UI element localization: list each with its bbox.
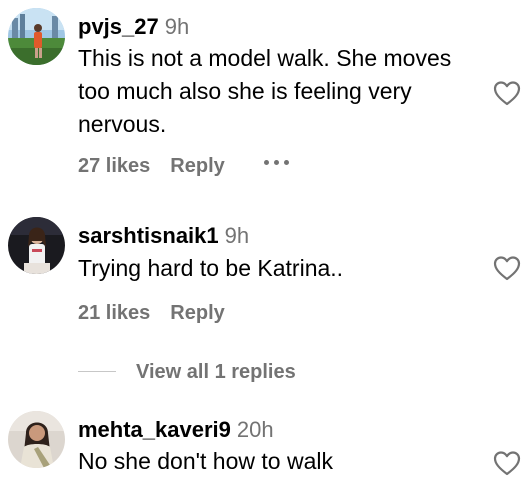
username[interactable]: pvjs_27 (78, 14, 159, 39)
like-button[interactable] (493, 80, 521, 106)
timestamp: 9h (224, 223, 250, 248)
more-horizontal-icon (264, 160, 269, 165)
comment-header: pvjs_27 9h (78, 13, 189, 41)
avatar[interactable] (8, 8, 65, 65)
avatar[interactable] (8, 411, 65, 468)
like-button[interactable] (493, 255, 521, 281)
avatar-photo-icon (8, 411, 65, 468)
username[interactable]: mehta_kaveri9 (78, 417, 231, 442)
comment-actions: 21 likes Reply (78, 300, 225, 326)
username[interactable]: sarshtisnaik1 (78, 223, 219, 248)
more-horizontal-icon (274, 160, 279, 165)
like-button[interactable] (493, 450, 521, 476)
heart-outline-icon (493, 81, 521, 106)
comment-header: sarshtisnaik1 9h (78, 222, 249, 250)
likes-count[interactable]: 27 likes (78, 155, 150, 177)
replies-divider (78, 371, 116, 372)
reply-button[interactable]: Reply (170, 302, 224, 324)
reply-button[interactable]: Reply (170, 155, 224, 177)
comment-text-line: Trying hard to be Katrina.. (78, 255, 344, 281)
heart-outline-icon (493, 451, 521, 476)
comment-text-line: nervous. (78, 111, 167, 137)
comment-text: This is not a model walk. She moves too … (78, 42, 478, 141)
comment-item: mehta_kaveri9 20h No she don't how to wal… (0, 400, 530, 497)
comment-item: pvjs_27 9h This is not a model walk. She … (0, 0, 530, 190)
heart-outline-icon (493, 256, 521, 281)
comment-text-line: too much also she is feeling very (78, 78, 412, 104)
comment-item: sarshtisnaik1 9h Trying hard to be Katrin… (0, 200, 530, 340)
comments-panel: pvjs_27 9h This is not a model walk. She … (0, 0, 530, 497)
comment-text-line: No she don't how to walk (78, 448, 333, 474)
more-options-button[interactable] (262, 157, 292, 167)
comment-text: Trying hard to be Katrina.. (78, 252, 478, 285)
likes-count[interactable]: 21 likes (78, 302, 150, 324)
comment-actions: 27 likes Reply (78, 153, 225, 179)
avatar[interactable] (8, 217, 65, 274)
comment-header: mehta_kaveri9 20h (78, 416, 274, 444)
avatar-photo-icon (8, 217, 65, 274)
comment-text-line: This is not a model walk. She moves (78, 45, 452, 71)
view-replies-button[interactable]: View all 1 replies (136, 359, 296, 385)
avatar-photo-icon (8, 8, 65, 65)
timestamp: 20h (236, 417, 274, 442)
more-horizontal-icon (284, 160, 289, 165)
timestamp: 9h (164, 14, 190, 39)
comment-text: No she don't how to walk (78, 445, 478, 478)
